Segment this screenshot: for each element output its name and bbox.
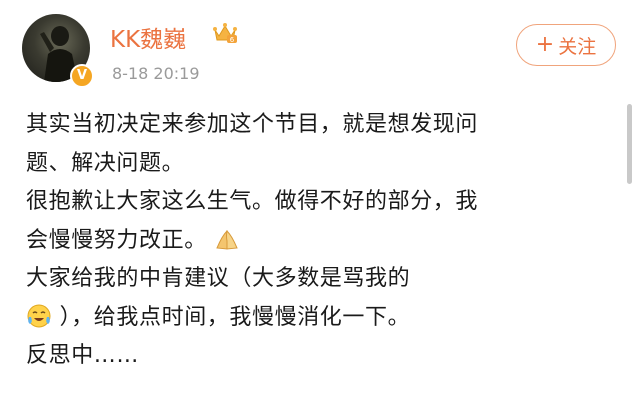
follow-button[interactable]: + 关注 [516, 24, 616, 66]
follow-label: 关注 [558, 35, 597, 58]
post-header: V KK魏巍 6 8-18 20:19 + 关注 [0, 0, 640, 96]
verified-badge: V [70, 64, 94, 88]
post-timestamp: 8-18 20:19 [112, 64, 200, 83]
post-line-text: 会慢慢努力改正。 [26, 227, 207, 253]
crown-icon: 6 [213, 23, 237, 44]
username[interactable]: KK魏巍 [110, 20, 186, 54]
post-body: 其实当初决定来参加这个节目，就是想发现问 题、解决问题。 很抱歉让大家这么生气。… [26, 106, 622, 376]
post-line: 大家给我的中肯建议（大多数是骂我的 [26, 266, 411, 291]
post-line: 会慢慢努力改正。 [26, 222, 622, 261]
post-line: 反思中…… [26, 343, 140, 368]
plus-icon: + [535, 32, 555, 57]
svg-text:6: 6 [230, 36, 235, 44]
laughing-crying-emoji [27, 304, 51, 327]
post-line-text: ），给我点时间，我慢慢消化一下。 [59, 304, 411, 330]
scrollbar[interactable] [627, 104, 632, 184]
post-line: ），给我点时间，我慢慢消化一下。 [26, 299, 622, 338]
post-line: 其实当初决定来参加这个节目，就是想发现问 [26, 112, 479, 137]
post-line: 很抱歉让大家这么生气。做得不好的部分，我 [26, 189, 479, 214]
praying-hands-emoji [216, 229, 239, 250]
post-line: 题、解决问题。 [26, 150, 185, 176]
